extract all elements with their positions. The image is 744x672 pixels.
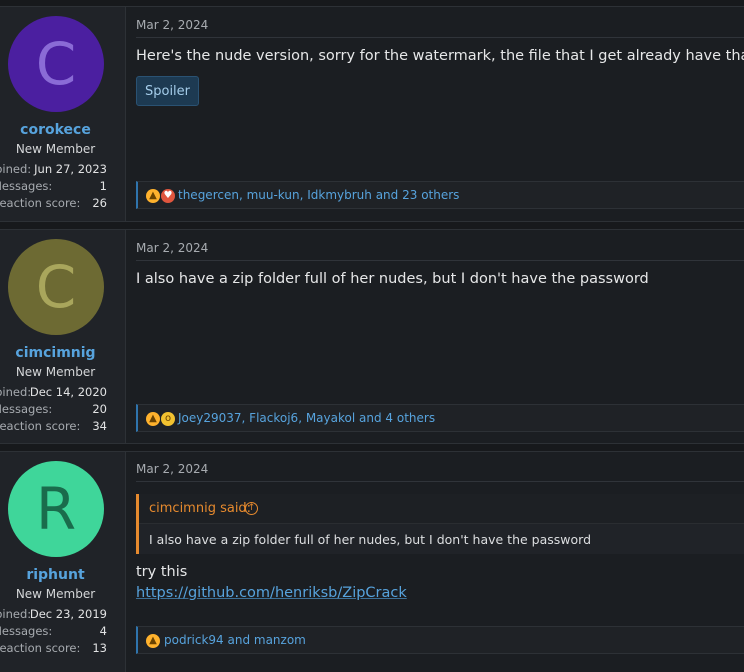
user-title: New Member — [15, 142, 96, 156]
user-title: New Member — [15, 365, 96, 379]
avatar-initial: C — [35, 30, 77, 98]
post: C cimcimnig New Member Joined: Dec 14, 2… — [0, 229, 744, 444]
reaction-users[interactable]: thegercen, muu-kun, Idkmybruh — [178, 188, 372, 202]
user-title: New Member — [15, 587, 96, 601]
quote-header[interactable]: cimcimnig said: ↑ — [139, 494, 744, 524]
post-date[interactable]: Mar 2, 2024 — [136, 462, 208, 476]
reaction-score-stat: Reaction score: 34 — [0, 419, 107, 433]
reaction-others-link[interactable]: 4 others — [385, 411, 435, 425]
user-panel: C cimcimnig New Member Joined: Dec 14, 2… — [0, 230, 126, 443]
user-panel: C corokece New Member Joined: Jun 27, 20… — [0, 7, 126, 221]
github-link[interactable]: https://github.com/henriksb/ZipCrack — [136, 585, 407, 601]
avatar[interactable]: C — [8, 239, 104, 335]
username-link[interactable]: riphunt — [0, 567, 111, 583]
post-text: I also have a zip folder full of her nud… — [136, 271, 649, 287]
header-divider — [136, 37, 744, 38]
avatar[interactable]: C — [8, 16, 104, 112]
reactions-bar[interactable]: ▲ podrick94 and manzom — [136, 626, 744, 654]
reaction-others-link[interactable]: manzom — [254, 633, 306, 647]
avatar-initial: R — [35, 475, 77, 543]
reaction-users[interactable]: podrick94 — [164, 633, 224, 647]
reaction-score-stat: Reaction score: 13 — [0, 641, 107, 655]
messages-stat: Messages: 20 — [0, 402, 107, 416]
like-icon: ▲ — [146, 189, 160, 203]
post-date[interactable]: Mar 2, 2024 — [136, 18, 208, 32]
header-divider — [136, 260, 744, 261]
header-divider — [136, 481, 744, 482]
quote-author[interactable]: cimcimnig said: — [149, 501, 251, 516]
quote-text: I also have a zip folder full of her nud… — [149, 532, 592, 547]
reaction-users[interactable]: Joey29037, Flackoj6, Mayakol — [178, 411, 355, 425]
reactions-bar[interactable]: ▲ o Joey29037, Flackoj6, Mayakol and 4 o… — [136, 404, 744, 432]
messages-stat: Messages: 4 — [0, 624, 107, 638]
post: C corokece New Member Joined: Jun 27, 20… — [0, 6, 744, 222]
reactions-bar[interactable]: ▲ ♥ thegercen, muu-kun, Idkmybruh and 23… — [136, 181, 744, 209]
username-link[interactable]: cimcimnig — [0, 345, 111, 361]
quote-block: cimcimnig said: ↑ I also have a zip fold… — [136, 494, 744, 554]
love-icon: ♥ — [161, 189, 175, 203]
post: R riphunt New Member Joined: Dec 23, 201… — [0, 451, 744, 672]
user-panel: R riphunt New Member Joined: Dec 23, 201… — [0, 452, 126, 672]
wow-icon: o — [161, 412, 175, 426]
reaction-others-link[interactable]: 23 others — [402, 188, 459, 202]
post-date[interactable]: Mar 2, 2024 — [136, 241, 208, 255]
like-icon: ▲ — [146, 634, 160, 648]
joined-stat: Joined: Dec 23, 2019 — [0, 607, 107, 621]
avatar[interactable]: R — [8, 461, 104, 557]
post-text: Here's the nude version, sorry for the w… — [136, 48, 744, 64]
like-icon: ▲ — [146, 412, 160, 426]
joined-stat: Joined: Jun 27, 2023 — [0, 162, 107, 176]
messages-stat: Messages: 1 — [0, 179, 107, 193]
post-text: try this — [136, 564, 188, 580]
avatar-initial: C — [35, 253, 77, 321]
username-link[interactable]: corokece — [0, 122, 111, 138]
joined-stat: Joined: Dec 14, 2020 — [0, 385, 107, 399]
jump-to-quote-icon[interactable]: ↑ — [245, 502, 258, 515]
spoiler-button[interactable]: Spoiler — [136, 76, 199, 106]
reaction-score-stat: Reaction score: 26 — [0, 196, 107, 210]
